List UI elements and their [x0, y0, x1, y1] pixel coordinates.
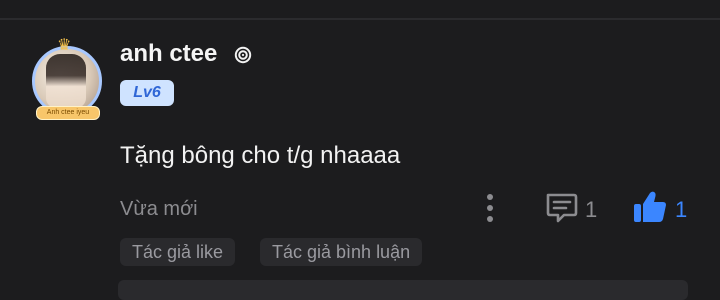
like-count: 1	[675, 197, 688, 222]
chip-author-liked: Tác giả like	[120, 238, 236, 266]
comment-time: Vừa mới	[120, 198, 198, 220]
avatar-photo	[46, 54, 86, 108]
reply-count: 1	[585, 197, 598, 222]
avatar-frame-tag: Anh ctee iyeu	[36, 106, 100, 120]
section-divider	[0, 18, 720, 20]
more-vertical-icon[interactable]	[482, 194, 498, 222]
avatar[interactable]: ♛ Anh ctee iyeu	[26, 38, 110, 120]
top-strip	[0, 0, 720, 18]
comment-icon[interactable]	[544, 192, 578, 224]
comment-text: Tặng bông cho t/g nhaaaa	[120, 142, 401, 169]
username[interactable]: anh ctee	[120, 40, 217, 68]
reply-box[interactable]	[118, 280, 688, 300]
spiral-badge-icon	[234, 46, 252, 64]
thumbs-up-icon[interactable]	[632, 190, 668, 224]
chip-author-replied: Tác giả bình luận	[260, 238, 423, 266]
crown-icon: ♛	[57, 37, 72, 54]
level-label: Lv6	[133, 84, 161, 101]
level-badge: Lv6	[120, 80, 174, 106]
